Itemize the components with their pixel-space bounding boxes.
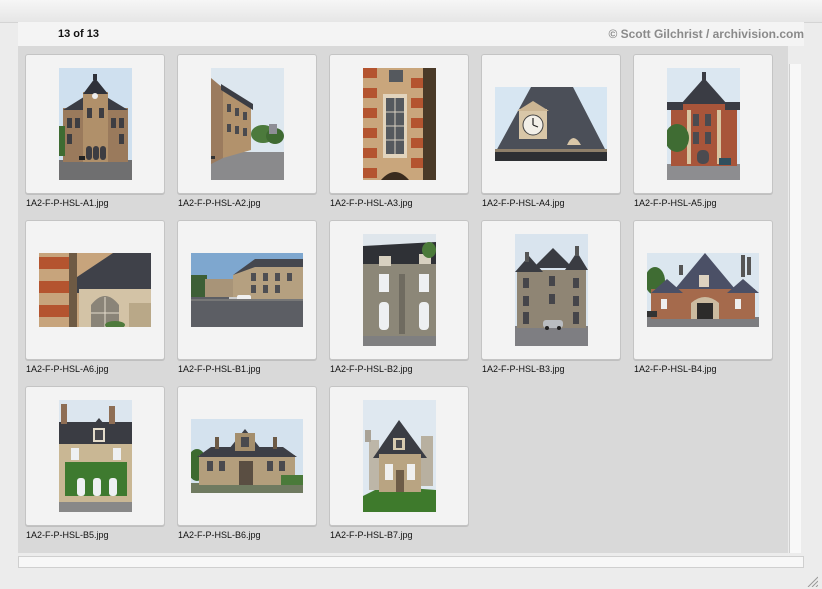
thumbnail-frame[interactable] [481,220,621,360]
brick-pavilion-photo[interactable] [666,68,740,180]
thumbnail-frame[interactable] [177,220,317,360]
thumbnail-filename: 1A2-F-P-HSL-B5.jpg [26,530,109,540]
stone-house-photo[interactable] [191,419,303,493]
thumbnail-filename: 1A2-F-P-HSL-A1.jpg [26,198,109,208]
thumbnail-filename: 1A2-F-P-HSL-A5.jpg [634,198,717,208]
thumbnail-filename: 1A2-F-P-HSL-B6.jpg [178,530,261,540]
clock-gable-photo[interactable] [495,87,607,161]
building-facade-photo[interactable] [58,68,132,180]
thumbnail-frame[interactable] [329,54,469,194]
arched-doorway-photo[interactable] [39,253,151,327]
thumbnail-item[interactable]: 1A2-F-P-HSL-B3.jpg [481,220,621,374]
thumbnail-filename: 1A2-F-P-HSL-A6.jpg [26,364,109,374]
thumbnail-item[interactable]: 1A2-F-P-HSL-B4.jpg [633,220,773,374]
thumbnail-item[interactable]: 1A2-F-P-HSL-A2.jpg [177,54,317,208]
ivy-house-photo[interactable] [58,400,132,512]
thumbnail-frame[interactable] [177,386,317,526]
thumbnail-item[interactable]: 1A2-F-P-HSL-B2.jpg [329,220,469,374]
thumbnail-frame[interactable] [329,386,469,526]
thumbnail-item[interactable]: 1A2-F-P-HSL-B5.jpg [25,386,165,540]
thumbnail-item[interactable]: 1A2-F-P-HSL-A6.jpg [25,220,165,374]
thumbnail-filename: 1A2-F-P-HSL-B7.jpg [330,530,413,540]
image-counter: 13 of 13 [58,28,99,40]
thumbnail-filename: 1A2-F-P-HSL-B3.jpg [482,364,565,374]
thumbnail-frame[interactable] [25,54,165,194]
thumbnail-frame[interactable] [633,54,773,194]
thumbnail-item[interactable]: 1A2-F-P-HSL-B1.jpg [177,220,317,374]
vertical-scrollbar[interactable] [789,64,801,553]
window-toolbar [0,0,822,23]
window-detail-photo[interactable] [362,68,436,180]
thumbnail-frame[interactable] [633,220,773,360]
resize-grip-icon[interactable] [806,575,818,587]
building-street-photo[interactable] [210,68,284,180]
thumbnail-frame[interactable] [25,386,165,526]
thumbnail-frame[interactable] [329,220,469,360]
thumbnail-filename: 1A2-F-P-HSL-A3.jpg [330,198,413,208]
stone-building-photo[interactable] [514,234,588,346]
thumbnail-filename: 1A2-F-P-HSL-B1.jpg [178,364,261,374]
thumbnail-filename: 1A2-F-P-HSL-A2.jpg [178,198,261,208]
horizontal-scrollbar[interactable] [18,556,804,568]
thumbnail-item[interactable]: 1A2-F-P-HSL-B6.jpg [177,386,317,540]
thumbnail-frame[interactable] [177,54,317,194]
thumbnail-frame[interactable] [25,220,165,360]
thumbnail-item[interactable]: 1A2-F-P-HSL-A5.jpg [633,54,773,208]
thumbnail-grid: 1A2-F-P-HSL-A1.jpg 1A2-F-P-HSL-A2.jpg 1A… [18,46,788,553]
thumbnail-item[interactable]: 1A2-F-P-HSL-A3.jpg [329,54,469,208]
stone-facade-photo[interactable] [362,234,436,346]
thumbnail-filename: 1A2-F-P-HSL-B2.jpg [330,364,413,374]
copyright-notice: © Scott Gilchrist / archivision.com [608,27,804,41]
thumbnail-item[interactable]: 1A2-F-P-HSL-A4.jpg [481,54,621,208]
courtyard-street-photo[interactable] [191,253,303,327]
thumbnail-filename: 1A2-F-P-HSL-A4.jpg [482,198,565,208]
thumbnail-filename: 1A2-F-P-HSL-B4.jpg [634,364,717,374]
gatehouse-photo[interactable] [647,253,759,327]
small-pavilion-photo[interactable] [362,400,436,512]
thumbnail-item[interactable]: 1A2-F-P-HSL-B7.jpg [329,386,469,540]
gallery-header: 13 of 13 © Scott Gilchrist / archivision… [18,22,804,46]
thumbnail-frame[interactable] [481,54,621,194]
thumbnail-item[interactable]: 1A2-F-P-HSL-A1.jpg [25,54,165,208]
